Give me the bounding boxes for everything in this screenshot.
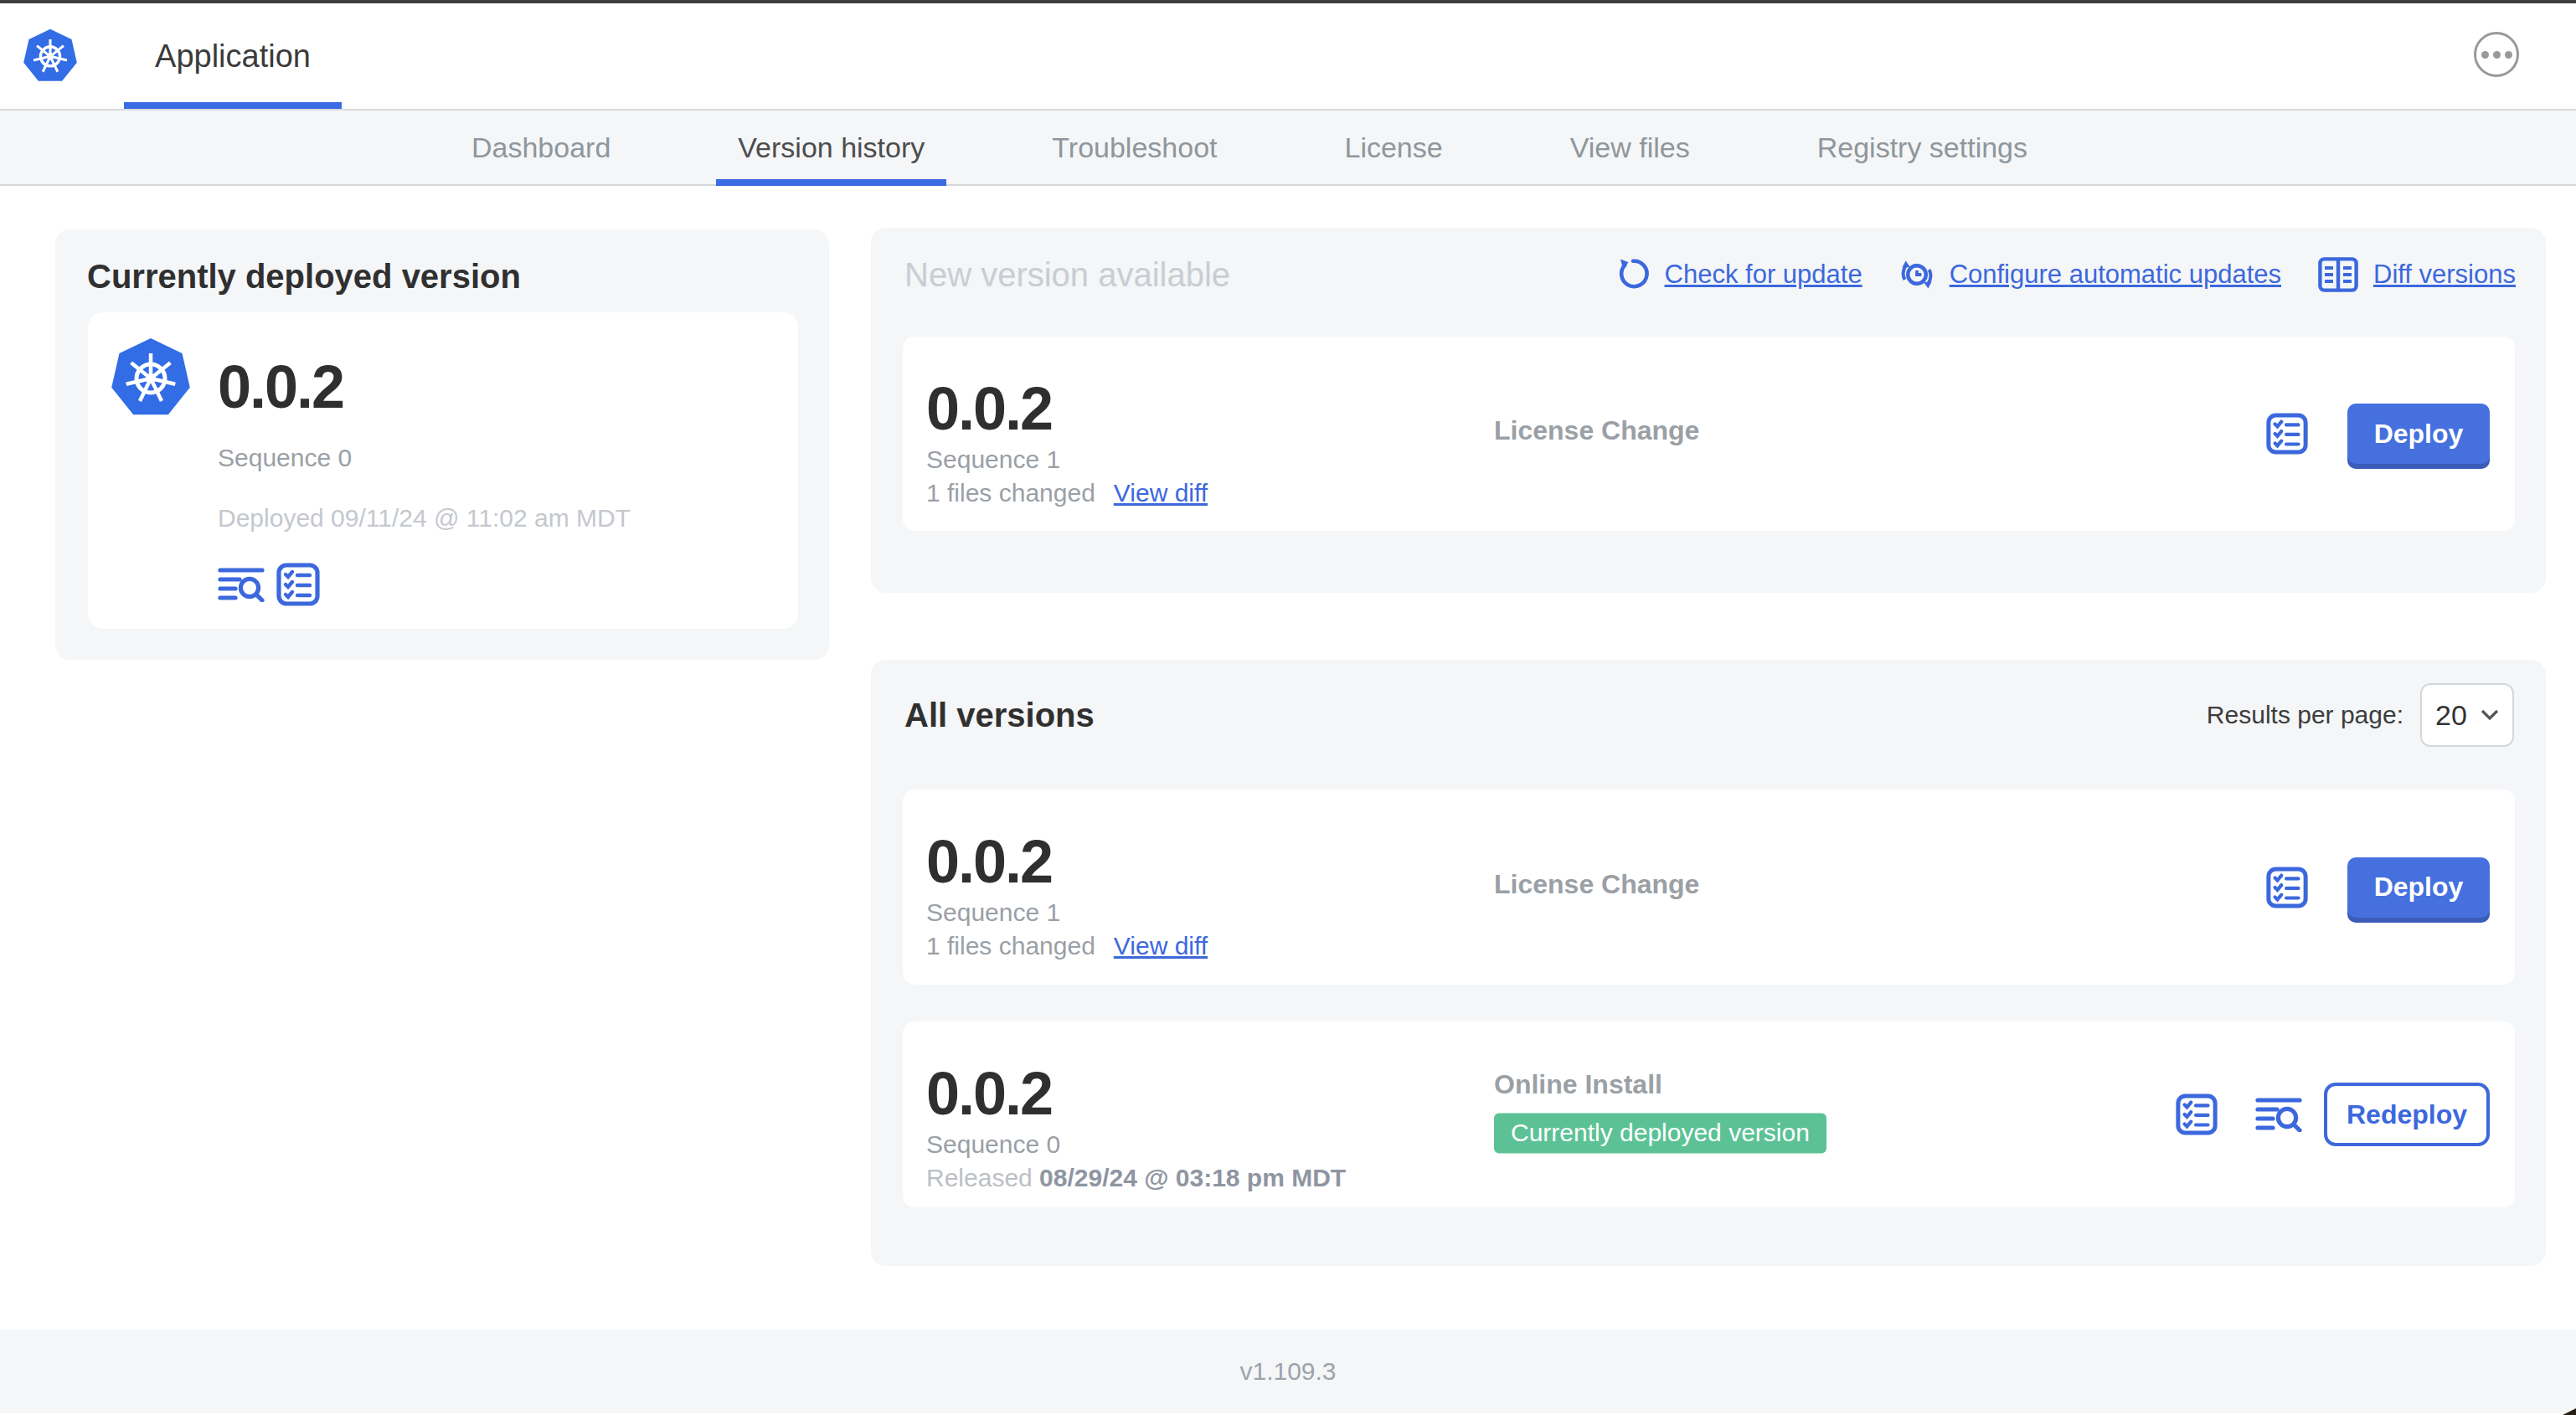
new-version-card: New version available Check for update: [871, 228, 2546, 593]
view-diff-link[interactable]: View diff: [1114, 932, 1208, 960]
files-changed: 1 files changed: [926, 932, 1095, 960]
chevron-down-icon: [2481, 709, 2499, 721]
deployed-version-number: 0.0.2: [218, 363, 631, 410]
check-for-update-link[interactable]: Check for update: [1616, 258, 1862, 291]
refresh-icon: [1616, 258, 1650, 291]
preflight-checks-icon[interactable]: [276, 563, 320, 606]
version-source: License Change: [1494, 868, 1699, 898]
configure-automatic-updates-link[interactable]: Configure automatic updates: [1899, 257, 2281, 292]
results-per-page-select[interactable]: 20: [2420, 683, 2514, 747]
console-version: v1.109.3: [1239, 1357, 1336, 1385]
section-tabs: Dashboard Version history Troubleshoot L…: [0, 111, 2576, 186]
diff-versions-link[interactable]: Diff versions: [2318, 257, 2516, 292]
version-sequence: Sequence 1: [926, 445, 1208, 474]
active-tab-underline: [716, 179, 946, 186]
tab-troubleshoot[interactable]: Troubleshoot: [1030, 111, 1239, 184]
tab-view-files[interactable]: View files: [1548, 111, 1712, 184]
tab-version-history[interactable]: Version history: [716, 111, 946, 184]
new-version-title: New version available: [904, 256, 1230, 294]
preflight-checks-icon[interactable]: [2175, 1093, 2218, 1135]
cursor-artifact: [2563, 1408, 2576, 1415]
app-tab-label: Application: [155, 39, 311, 75]
deploy-button[interactable]: Deploy: [2347, 857, 2490, 918]
version-sequence: Sequence 1: [926, 898, 1208, 927]
currently-deployed-title: Currently deployed version: [87, 258, 521, 296]
version-row: 0.0.2 Sequence 0 Released 08/29/24 @ 03:…: [903, 1021, 2515, 1207]
version-source: Online Install: [1494, 1069, 1826, 1100]
all-versions-title: All versions: [904, 697, 1095, 734]
more-menu-button[interactable]: [2474, 32, 2519, 77]
deployed-sequence: Sequence 0: [218, 444, 631, 472]
currently-deployed-card: Currently deployed version 0.0.2 Sequenc…: [55, 229, 829, 660]
released-timestamp: Released 08/29/24 @ 03:18 pm MDT: [926, 1164, 1346, 1192]
version-row: 0.0.2 Sequence 1 1 files changed View dif…: [903, 790, 2515, 985]
footer: v1.109.3: [0, 1330, 2576, 1413]
tab-dashboard[interactable]: Dashboard: [450, 111, 632, 184]
app-header: Application: [0, 3, 2576, 111]
view-logs-icon[interactable]: [218, 567, 265, 602]
version-number: 0.0.2: [926, 1070, 1346, 1117]
version-sequence: Sequence 0: [926, 1130, 1346, 1159]
preflight-checks-icon[interactable]: [2265, 413, 2309, 455]
tab-registry-settings[interactable]: Registry settings: [1795, 111, 2049, 184]
app-tab-active-underline: [124, 102, 342, 109]
currently-deployed-badge: Currently deployed version: [1494, 1114, 1826, 1154]
app-icon: [109, 335, 193, 419]
redeploy-button[interactable]: Redeploy: [2324, 1083, 2490, 1146]
files-changed: 1 files changed: [926, 479, 1095, 507]
deploy-button[interactable]: Deploy: [2347, 404, 2490, 464]
all-versions-card: All versions Results per page: 20 0.0.2 …: [871, 660, 2546, 1266]
main-content: Currently deployed version 0.0.2 Sequenc…: [0, 186, 2576, 1330]
tab-application[interactable]: Application: [124, 3, 342, 109]
results-per-page-label: Results per page:: [2207, 701, 2403, 729]
tab-license[interactable]: License: [1323, 111, 1465, 184]
new-version-row: 0.0.2 Sequence 1 1 files changed View dif…: [903, 337, 2515, 531]
version-number: 0.0.2: [926, 385, 1208, 432]
diff-icon: [2318, 257, 2358, 292]
deployed-version-card: 0.0.2 Sequence 0 Deployed 09/11/24 @ 11:…: [88, 312, 798, 629]
version-number: 0.0.2: [926, 838, 1208, 885]
clock-update-icon: [1899, 257, 1935, 292]
view-logs-icon[interactable]: [2255, 1097, 2302, 1132]
view-diff-link[interactable]: View diff: [1114, 479, 1208, 507]
version-source: License Change: [1494, 415, 1699, 445]
kubernetes-logo-icon: [22, 27, 79, 84]
deployed-timestamp: Deployed 09/11/24 @ 11:02 am MDT: [218, 504, 631, 533]
preflight-checks-icon[interactable]: [2265, 867, 2309, 908]
